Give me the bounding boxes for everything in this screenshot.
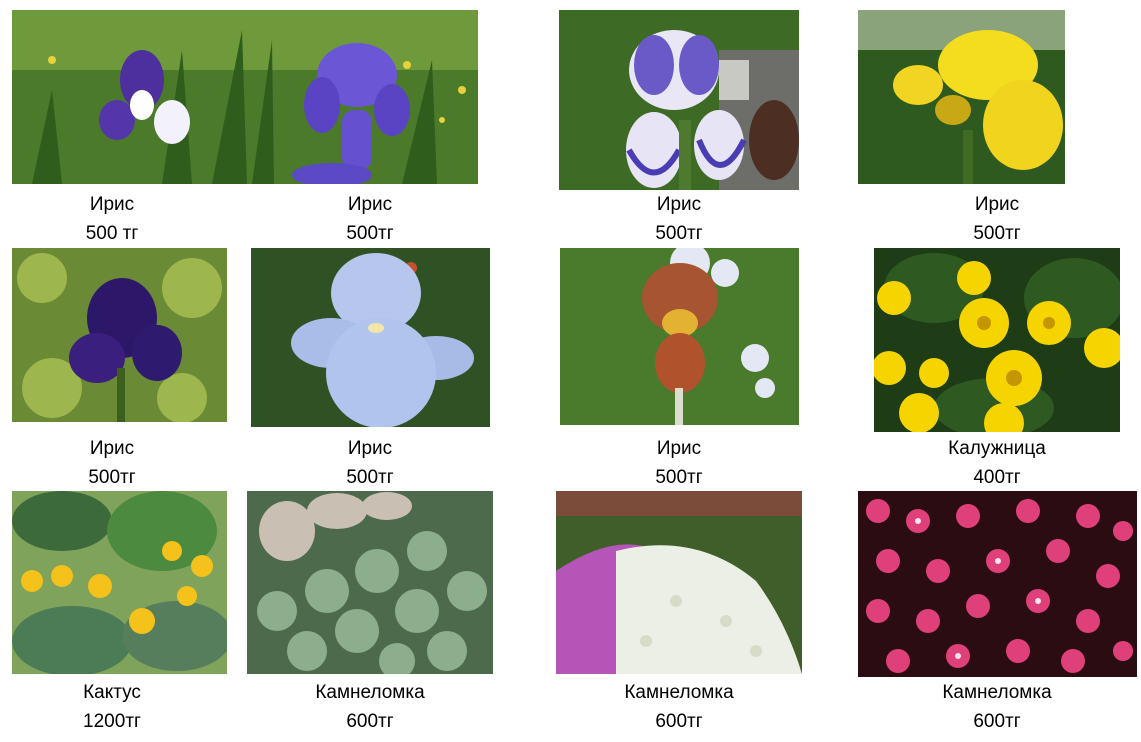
product-price: 500 тг — [85, 223, 139, 244]
product-name: Ирис — [89, 194, 135, 215]
product-price: 500тг — [655, 223, 703, 244]
product-name: Камнеломка — [942, 682, 1052, 703]
photo-iris-yellow — [858, 10, 1065, 184]
product-price: 500тг — [88, 467, 136, 488]
product-name: Кактус — [83, 682, 141, 703]
product-name: Ирис — [347, 438, 393, 459]
caption-5: Ирис 500тг — [42, 434, 182, 492]
product-name: Ирис — [89, 438, 135, 459]
caption-1: Ирис 500 тг — [42, 190, 182, 248]
product-name: Ирис — [347, 194, 393, 215]
caption-2: Ирис 500тг — [300, 190, 440, 248]
caption-7: Ирис 500тг — [609, 434, 749, 492]
photo-marsh-marigold — [874, 248, 1120, 432]
caption-11: Камнеломка 600тг — [599, 678, 759, 736]
caption-3: Ирис 500тг — [609, 190, 749, 248]
photo-iris-white-purple-edge — [559, 10, 799, 190]
product-name: Калужница — [948, 438, 1046, 459]
caption-8: Калужница 400тг — [917, 434, 1077, 492]
photo-iris-bronze — [560, 248, 799, 425]
product-price: 500тг — [346, 223, 394, 244]
photo-iris-dark-purple — [12, 248, 227, 422]
product-price: 600тг — [346, 711, 394, 732]
product-price: 500тг — [973, 223, 1021, 244]
caption-4: Ирис 500тг — [927, 190, 1067, 248]
product-name: Камнеломка — [624, 682, 734, 703]
photo-cactus — [12, 491, 227, 674]
product-price: 400тг — [973, 467, 1021, 488]
caption-12: Камнеломка 600тг — [917, 678, 1077, 736]
photo-iris-light-blue — [251, 248, 490, 427]
product-price: 500тг — [346, 467, 394, 488]
caption-9: Кактус 1200тг — [42, 678, 182, 736]
product-name: Камнеломка — [315, 682, 425, 703]
product-name: Ирис — [656, 194, 702, 215]
product-name: Ирис — [656, 438, 702, 459]
product-price: 500тг — [655, 467, 703, 488]
product-price: 600тг — [973, 711, 1021, 732]
photo-saxifrage-red-pink — [858, 491, 1137, 677]
catalog-page: { "items": [ {"name": "Ирис", "price": "… — [0, 0, 1141, 742]
product-price: 600тг — [655, 711, 703, 732]
caption-6: Ирис 500тг — [300, 434, 440, 492]
caption-10: Камнеломка 600тг — [290, 678, 450, 736]
product-price: 1200тг — [83, 711, 141, 732]
photo-saxifrage-white-pink — [556, 491, 802, 674]
photo-saxifrage-rosettes — [247, 491, 493, 674]
product-name: Ирис — [974, 194, 1020, 215]
photo-iris-purple-white — [12, 10, 478, 184]
